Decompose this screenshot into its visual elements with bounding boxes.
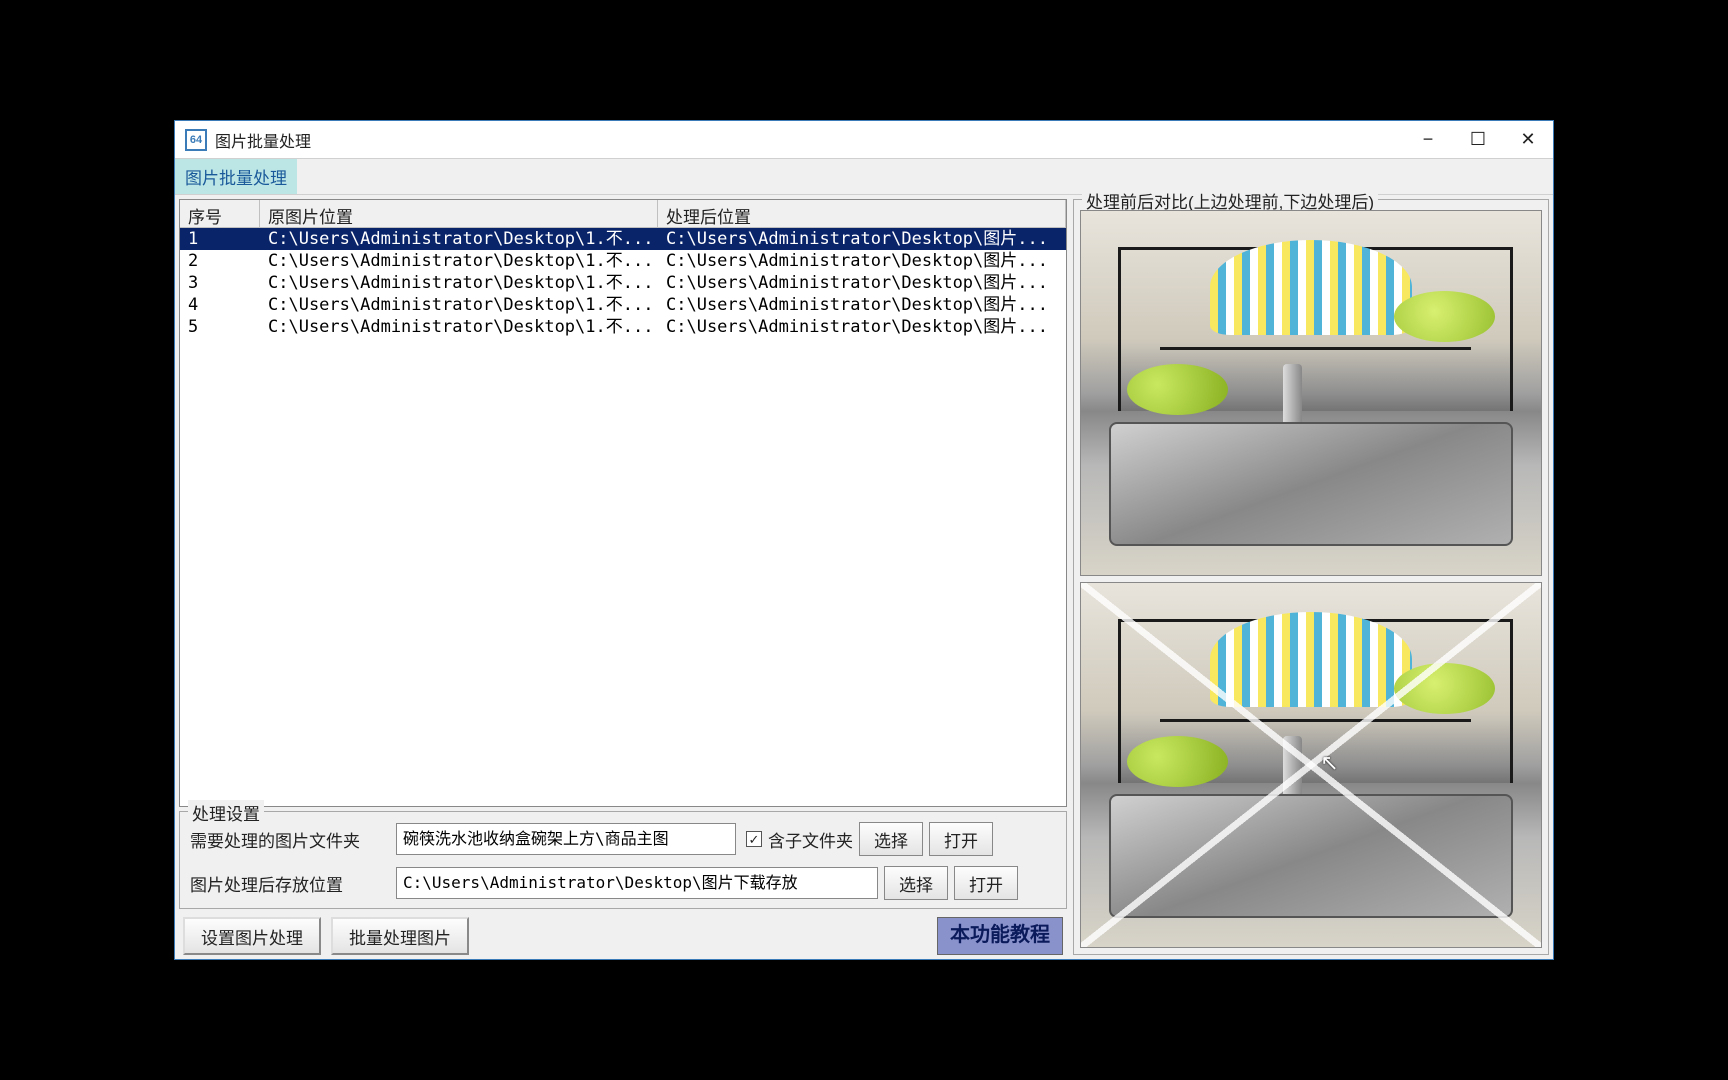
preview-group: 处理前后对比(上边处理前,下边处理后) ↖ — [1073, 199, 1549, 955]
client-area: 序号 原图片位置 处理后位置 1C:\Users\Administrator\D… — [175, 195, 1553, 959]
table-row[interactable]: 1C:\Users\Administrator\Desktop\1.不...C:… — [180, 228, 1066, 250]
minimize-button[interactable]: − — [1403, 121, 1453, 159]
source-open-button[interactable]: 打开 — [929, 822, 993, 856]
cell-seq: 3 — [180, 272, 260, 294]
include-subfolder-label: 含子文件夹 — [768, 827, 853, 852]
dest-row: 图片处理后存放位置 C:\Users\Administrator\Desktop… — [190, 866, 1056, 900]
cell-source: C:\Users\Administrator\Desktop\1.不... — [260, 294, 658, 316]
cell-dest: C:\Users\Administrator\Desktop\图片... — [658, 316, 1066, 338]
settings-legend: 处理设置 — [188, 800, 264, 825]
column-source[interactable]: 原图片位置 — [260, 200, 658, 227]
left-panel: 序号 原图片位置 处理后位置 1C:\Users\Administrator\D… — [179, 199, 1067, 955]
settings-group: 处理设置 需要处理的图片文件夹 碗筷洗水池收纳盒碗架上方\商品主图 ✓ 含子文件… — [179, 811, 1067, 909]
action-row: 设置图片处理 批量处理图片 本功能教程 — [179, 913, 1067, 955]
file-listview[interactable]: 序号 原图片位置 处理后位置 1C:\Users\Administrator\D… — [179, 199, 1067, 807]
cell-dest: C:\Users\Administrator\Desktop\图片... — [658, 294, 1066, 316]
cell-seq: 5 — [180, 316, 260, 338]
checkbox-icon: ✓ — [746, 831, 762, 847]
menu-batch-image[interactable]: 图片批量处理 — [175, 159, 297, 194]
cell-source: C:\Users\Administrator\Desktop\1.不... — [260, 250, 658, 272]
titlebar: 64 图片批量处理 − ☐ ✕ — [175, 121, 1553, 159]
list-header: 序号 原图片位置 处理后位置 — [180, 200, 1066, 228]
set-processing-button[interactable]: 设置图片处理 — [183, 917, 321, 955]
dest-path-input[interactable]: C:\Users\Administrator\Desktop\图片下载存放 — [396, 867, 878, 899]
app-icon: 64 — [185, 129, 207, 151]
column-dest[interactable]: 处理后位置 — [658, 200, 1066, 227]
close-button[interactable]: ✕ — [1503, 121, 1553, 159]
preview-before — [1080, 210, 1542, 576]
list-body[interactable]: 1C:\Users\Administrator\Desktop\1.不...C:… — [180, 228, 1066, 806]
cell-dest: C:\Users\Administrator\Desktop\图片... — [658, 272, 1066, 294]
tutorial-button[interactable]: 本功能教程 — [937, 917, 1063, 955]
batch-process-button[interactable]: 批量处理图片 — [331, 917, 469, 955]
table-row[interactable]: 5C:\Users\Administrator\Desktop\1.不...C:… — [180, 316, 1066, 338]
source-path-input[interactable]: 碗筷洗水池收纳盒碗架上方\商品主图 — [396, 823, 736, 855]
table-row[interactable]: 3C:\Users\Administrator\Desktop\1.不...C:… — [180, 272, 1066, 294]
cell-seq: 2 — [180, 250, 260, 272]
dest-open-button[interactable]: 打开 — [954, 866, 1018, 900]
source-row: 需要处理的图片文件夹 碗筷洗水池收纳盒碗架上方\商品主图 ✓ 含子文件夹 选择 … — [190, 822, 1056, 856]
source-select-button[interactable]: 选择 — [859, 822, 923, 856]
cell-source: C:\Users\Administrator\Desktop\1.不... — [260, 272, 658, 294]
dest-label: 图片处理后存放位置 — [190, 871, 390, 896]
app-window: 64 图片批量处理 − ☐ ✕ 图片批量处理 序号 原图片位置 处理后位置 1C… — [174, 120, 1554, 960]
preview-after: ↖ — [1080, 582, 1542, 948]
include-subfolder-checkbox[interactable]: ✓ 含子文件夹 — [742, 827, 853, 852]
table-row[interactable]: 2C:\Users\Administrator\Desktop\1.不...C:… — [180, 250, 1066, 272]
source-label: 需要处理的图片文件夹 — [190, 827, 390, 852]
cell-dest: C:\Users\Administrator\Desktop\图片... — [658, 250, 1066, 272]
cursor-icon: ↖ — [1320, 750, 1338, 776]
cell-source: C:\Users\Administrator\Desktop\1.不... — [260, 228, 658, 250]
cell-seq: 4 — [180, 294, 260, 316]
cell-seq: 1 — [180, 228, 260, 250]
cell-source: C:\Users\Administrator\Desktop\1.不... — [260, 316, 658, 338]
cell-dest: C:\Users\Administrator\Desktop\图片... — [658, 228, 1066, 250]
maximize-button[interactable]: ☐ — [1453, 121, 1503, 159]
column-seq[interactable]: 序号 — [180, 200, 260, 227]
window-title: 图片批量处理 — [215, 128, 311, 152]
dest-select-button[interactable]: 选择 — [884, 866, 948, 900]
table-row[interactable]: 4C:\Users\Administrator\Desktop\1.不...C:… — [180, 294, 1066, 316]
